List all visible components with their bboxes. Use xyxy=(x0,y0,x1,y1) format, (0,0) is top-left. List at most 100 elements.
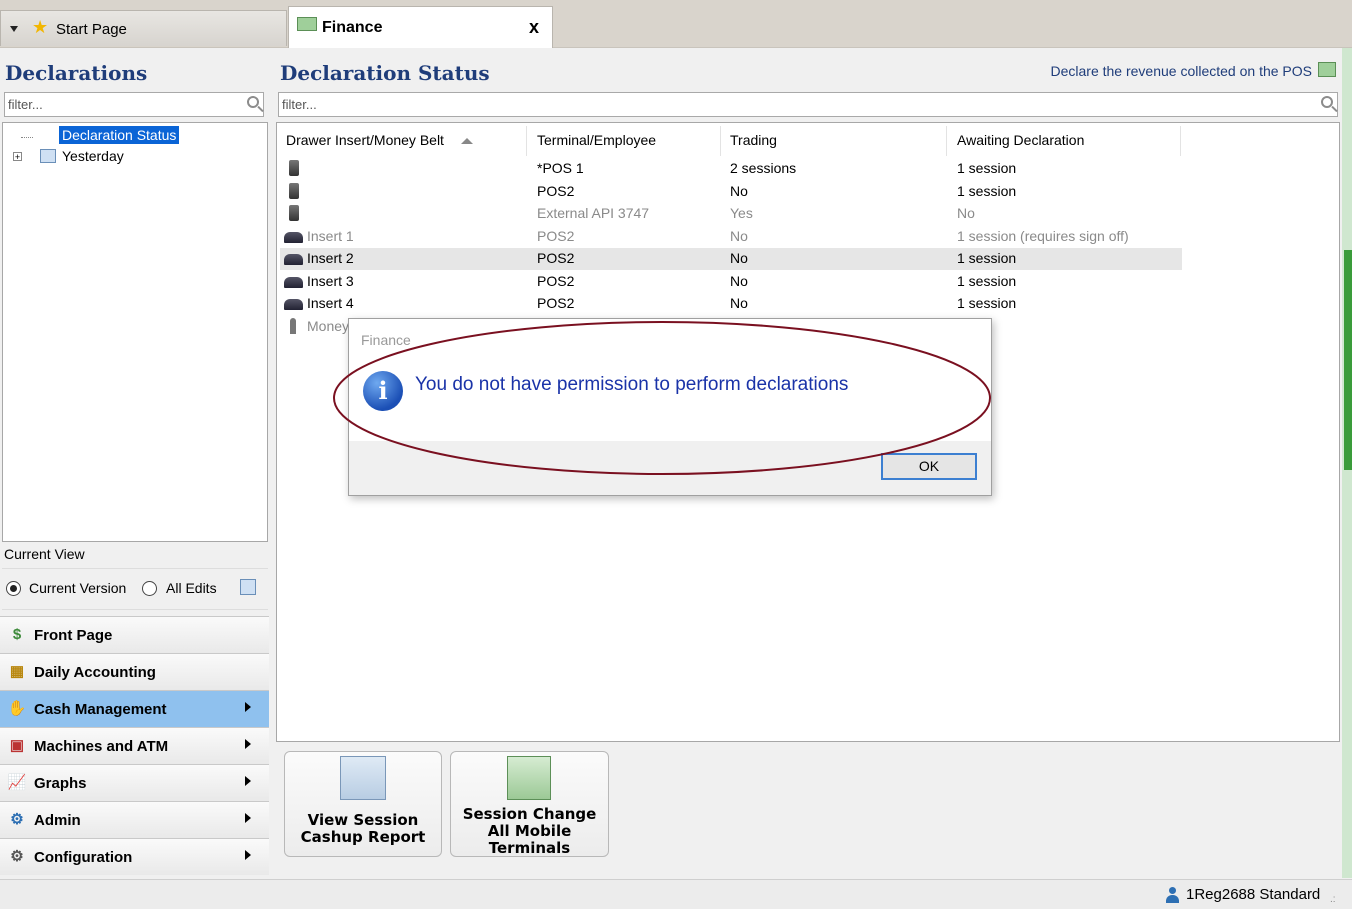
action-label-line: View Session xyxy=(307,811,419,829)
page-title: Declaration Status xyxy=(280,61,490,85)
cell-trading: No xyxy=(730,182,748,199)
nav-item-cash-management[interactable]: ✋ Cash Management xyxy=(0,690,269,727)
drawer-insert-icon xyxy=(284,299,303,310)
chevron-right-icon xyxy=(245,776,251,786)
cell-trading: Yes xyxy=(730,205,753,221)
cell-terminal: POS2 xyxy=(537,295,575,311)
cell-awaiting: 1 session xyxy=(957,160,1017,176)
admin-icon: ⚙ xyxy=(10,811,24,828)
nav-item-graphs[interactable]: 📈 Graphs xyxy=(0,764,269,801)
nav-item-label: Daily Accounting xyxy=(34,664,156,681)
tree-item-declaration-status[interactable]: Declaration Status xyxy=(59,126,180,144)
calendar-icon[interactable] xyxy=(240,579,256,595)
sidebar-filter-input[interactable]: filter... xyxy=(4,92,264,117)
nav-item-label: Cash Management xyxy=(34,701,167,718)
money-icon xyxy=(297,17,317,31)
cell-trading: No xyxy=(730,272,748,289)
cell-awaiting: 1 session xyxy=(957,250,1017,266)
expand-icon[interactable]: + xyxy=(13,152,22,162)
cell-trading: No xyxy=(730,295,748,311)
resize-grip-icon[interactable]: .: xyxy=(1330,894,1336,905)
cell-awaiting: 1 session xyxy=(957,182,1017,199)
money-icon xyxy=(1318,62,1336,77)
cell-awaiting: No xyxy=(957,205,975,221)
cell-terminal: *POS 1 xyxy=(537,160,584,176)
column-header-trading[interactable]: Trading xyxy=(730,132,777,148)
hint-text: Declare the revenue collected on the POS xyxy=(1050,63,1313,79)
star-icon: ★ xyxy=(32,17,49,37)
tree-item-yesterday[interactable]: Yesterday xyxy=(62,148,124,164)
nav-item-label: Front Page xyxy=(34,627,113,644)
side-strip-accent xyxy=(1344,250,1352,470)
status-user: 1Reg2688 Standard xyxy=(1186,886,1321,903)
drawer-insert-icon xyxy=(284,254,303,265)
cell-terminal: POS2 xyxy=(537,272,575,289)
nav-item-configuration[interactable]: ⚙ Configuration xyxy=(0,838,269,875)
tree-item-label: Yesterday xyxy=(62,148,124,164)
search-icon[interactable] xyxy=(247,96,259,108)
main-filter-input[interactable]: filter... xyxy=(278,92,1338,117)
cell-drawer: Insert 3 xyxy=(307,272,354,289)
tree-line xyxy=(21,137,33,138)
nav-item-label: Graphs xyxy=(34,775,87,792)
nav-item-admin[interactable]: ⚙ Admin xyxy=(0,801,269,838)
nav-item-machines-and-atm[interactable]: ▣ Machines and ATM xyxy=(0,727,269,764)
session-change-all-mobile-terminals-button[interactable]: Session Change All Mobile Terminals xyxy=(450,751,609,857)
radio-all-edits[interactable] xyxy=(142,581,157,596)
column-separator xyxy=(526,126,527,156)
column-separator xyxy=(1180,126,1181,156)
cell-awaiting: 1 session xyxy=(957,295,1017,311)
nav-item-daily-accounting[interactable]: ▦ Daily Accounting xyxy=(0,653,269,690)
cell-trading: No xyxy=(730,227,748,244)
dialog-footer: OK xyxy=(349,441,991,495)
tab-finance[interactable]: Finance x xyxy=(288,6,553,48)
nav-item-front-page[interactable]: $ Front Page xyxy=(0,616,269,653)
cell-drawer: Insert 1 xyxy=(307,227,354,244)
sort-ascending-icon[interactable] xyxy=(461,138,473,144)
main-filter-text: filter... xyxy=(282,97,317,112)
tab-start-label: Start Page xyxy=(56,21,127,38)
action-label-line: All Mobile xyxy=(487,822,572,840)
search-icon[interactable] xyxy=(1321,96,1333,108)
nav-item-label: Machines and ATM xyxy=(34,738,169,755)
session-change-icon xyxy=(507,756,551,800)
user-icon-body xyxy=(1166,895,1179,903)
cash-hand-icon: ✋ xyxy=(7,700,27,717)
cell-drawer: Insert 4 xyxy=(307,295,354,311)
cell-terminal: External API 3747 xyxy=(537,205,650,221)
cell-terminal: POS2 xyxy=(537,182,575,199)
sidebar-title: Declarations xyxy=(5,61,148,85)
cell-drawer: Money xyxy=(307,317,350,334)
tab-start-page[interactable]: ★ Start Page xyxy=(0,10,287,46)
tab-finance-label: Finance xyxy=(322,19,383,36)
drawer-insert-icon xyxy=(284,276,303,288)
machine-icon: ▣ xyxy=(9,737,25,754)
user-icon xyxy=(1166,887,1179,903)
terminal-icon xyxy=(289,160,299,176)
sidebar: Declarations filter... Declaration Statu… xyxy=(0,54,270,878)
radio-current-label: Current Version xyxy=(29,580,127,596)
chevron-right-icon xyxy=(245,702,251,712)
column-header-terminal[interactable]: Terminal/Employee xyxy=(537,132,656,148)
tab-strip: ★ Start Page Finance x xyxy=(0,0,1352,48)
cell-awaiting: 1 session (requires sign off) xyxy=(957,227,1129,244)
ok-button[interactable]: OK xyxy=(881,453,977,480)
tab-dropdown-icon[interactable] xyxy=(10,26,18,32)
close-icon[interactable]: x xyxy=(529,17,539,38)
calculator-icon: ▦ xyxy=(9,663,25,680)
column-separator xyxy=(720,126,721,156)
column-header-awaiting[interactable]: Awaiting Declaration xyxy=(957,132,1084,148)
column-header-drawer[interactable]: Drawer Insert/Money Belt xyxy=(286,132,444,148)
view-session-cashup-report-button[interactable]: View Session Cashup Report xyxy=(284,751,442,857)
cell-awaiting: 1 session xyxy=(957,272,1017,289)
money-belt-person-icon xyxy=(290,317,296,334)
status-bar: 1Reg2688 Standard .: xyxy=(0,879,1352,909)
action-label-line: Cashup Report xyxy=(300,828,426,846)
current-view-label: Current View xyxy=(4,546,85,562)
permission-dialog: Finance i You do not have permission to … xyxy=(348,318,992,496)
radio-current-version[interactable] xyxy=(6,581,21,596)
graph-icon: 📈 xyxy=(7,774,27,791)
chevron-right-icon xyxy=(245,813,251,823)
dialog-title: Finance xyxy=(361,332,411,348)
info-icon: i xyxy=(363,371,403,411)
